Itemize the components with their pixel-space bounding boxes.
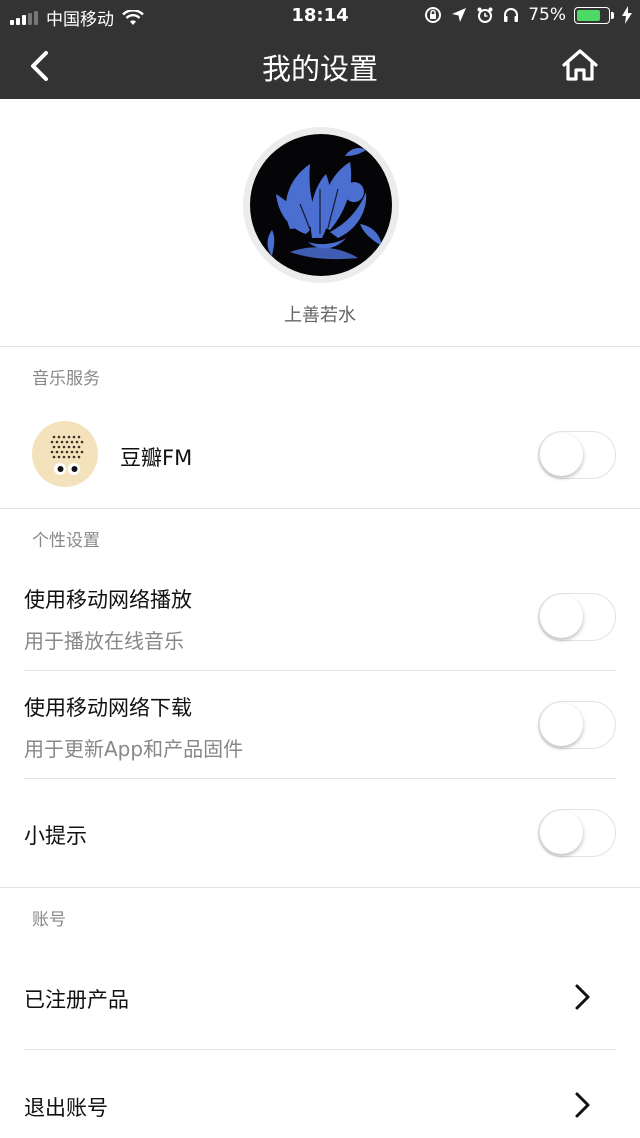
lotus-avatar-image xyxy=(267,148,382,260)
mobile-download-label: 使用移动网络下载 xyxy=(24,696,192,720)
registered-products-label: 已注册产品 xyxy=(24,988,129,1012)
headphones-icon xyxy=(504,8,519,22)
logout-label: 退出账号 xyxy=(24,1096,108,1120)
mobile-download-sub: 用于更新App和产品固件 xyxy=(24,737,244,761)
nav-bar: 我的设置 xyxy=(0,32,640,99)
alarm-icon xyxy=(477,7,493,23)
section-title-account: 账号 xyxy=(32,910,66,930)
chevron-right-icon xyxy=(575,984,590,1010)
section-title-personal: 个性设置 xyxy=(32,531,100,551)
tips-label: 小提示 xyxy=(24,824,87,848)
tips-toggle[interactable] xyxy=(538,809,616,857)
profile-header: 上善若水 xyxy=(0,99,640,347)
mobile-download-toggle[interactable] xyxy=(538,701,616,749)
battery-icon xyxy=(574,6,614,24)
username: 上善若水 xyxy=(284,305,356,326)
mobile-play-toggle[interactable] xyxy=(538,593,616,641)
avatar[interactable] xyxy=(243,127,399,283)
row-divider xyxy=(24,670,616,671)
home-button[interactable] xyxy=(560,46,600,84)
rotation-lock-icon xyxy=(425,7,442,23)
top-bar: 中国移动 18:14 75% 我的设置 xyxy=(0,0,640,99)
section-divider xyxy=(0,508,640,509)
section-title-music: 音乐服务 xyxy=(32,369,100,389)
row-divider xyxy=(24,778,616,779)
status-bar: 中国移动 18:14 75% xyxy=(0,0,640,32)
douban-fm-icon xyxy=(32,421,98,487)
douban-fm-toggle[interactable] xyxy=(538,431,616,479)
battery-percent: 75% xyxy=(528,5,566,25)
mobile-play-sub: 用于播放在线音乐 xyxy=(24,629,184,653)
section-divider xyxy=(0,887,640,888)
page-title: 我的设置 xyxy=(261,52,378,86)
mobile-play-label: 使用移动网络播放 xyxy=(24,588,192,612)
chevron-right-icon xyxy=(575,1092,590,1118)
battery-fill xyxy=(577,9,600,21)
row-divider xyxy=(24,1049,616,1050)
location-icon xyxy=(452,8,467,22)
charging-bolt-icon xyxy=(622,6,632,24)
douban-fm-label: 豆瓣FM xyxy=(120,446,193,470)
